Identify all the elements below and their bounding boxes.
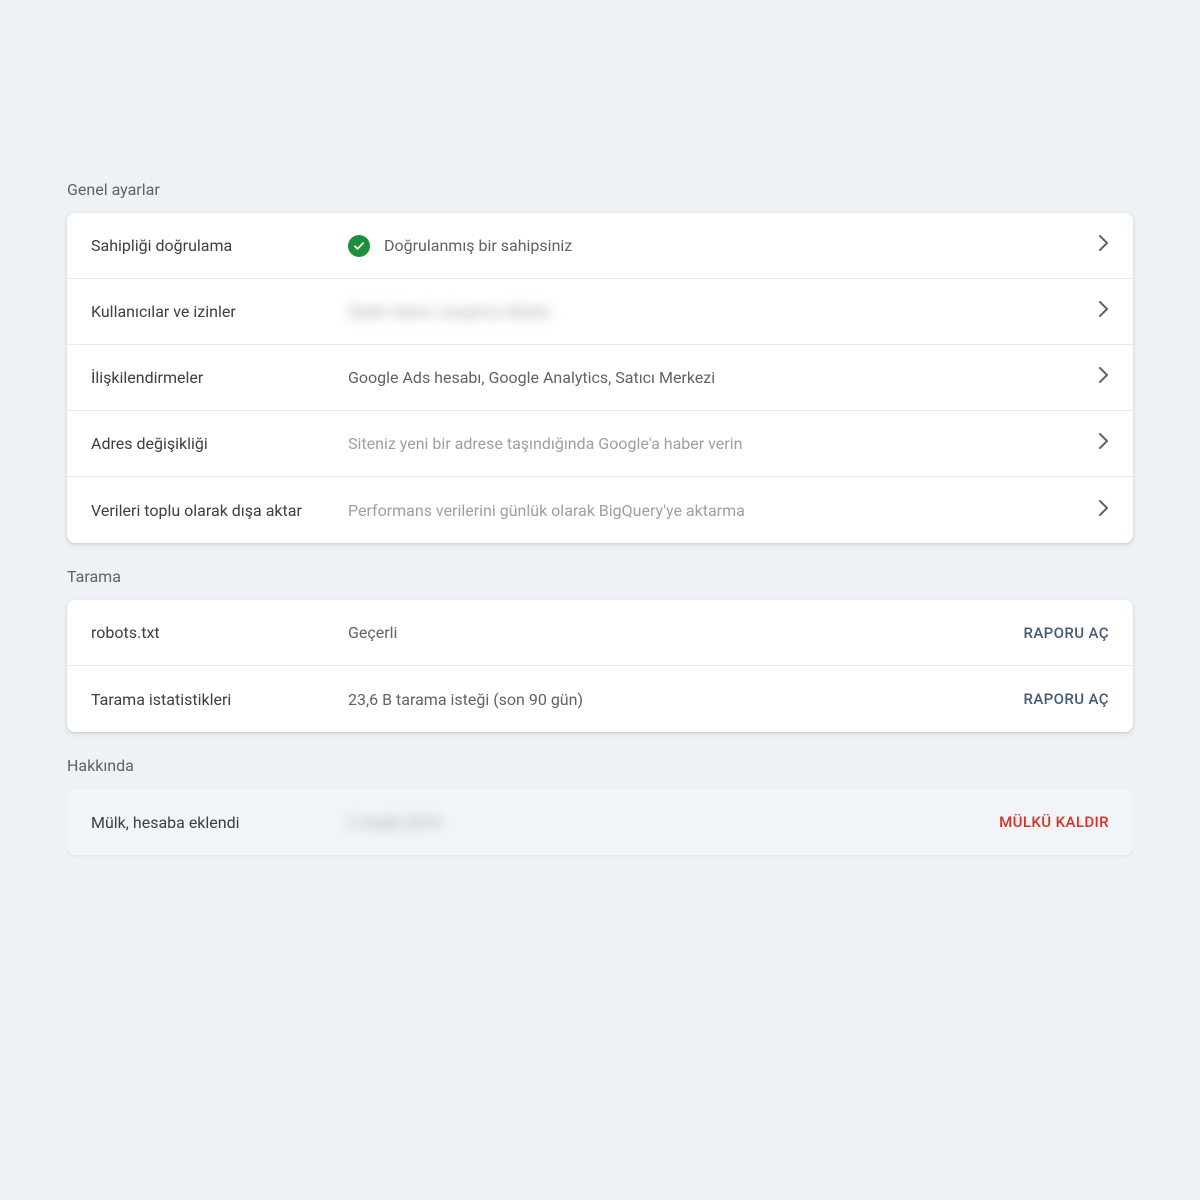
crawling-card: robots.txt Geçerli RAPORU AÇ Tarama ista… [67,600,1133,732]
chevron-right-icon [1099,301,1109,322]
row-value-text: 23,6 B tarama isteği (son 90 gün) [348,690,583,709]
row-label: İlişkilendirmeler [91,368,348,387]
row-value: Siteniz yeni bir adrese taşındığında Goo… [348,434,1099,453]
row-value-text: Doğrulanmış bir sahipsiniz [384,236,572,255]
row-label: Kullanıcılar ve izinler [91,302,348,321]
row-property-added: Mülk, hesaba eklendi 2 Aralık 2018 MÜLKÜ… [67,789,1133,855]
row-value: Dipkit Ajans Langamy Media [348,302,1099,321]
row-value: Google Ads hesabı, Google Analytics, Sat… [348,368,1099,387]
open-report-button[interactable]: RAPORU AÇ [1023,690,1109,708]
row-value-text: Dipkit Ajans Langamy Media [348,302,550,321]
row-value: Geçerli [348,623,1023,642]
row-label: Verileri toplu olarak dışa aktar [91,501,348,520]
chevron-right-icon [1099,433,1109,454]
general-settings-card: Sahipliği doğrulama Doğrulanmış bir sahi… [67,213,1133,543]
check-circle-icon [348,235,370,257]
row-value-text: 2 Aralık 2018 [348,813,441,832]
remove-property-button[interactable]: MÜLKÜ KALDIR [999,813,1109,831]
row-value: Performans verilerini günlük olarak BigQ… [348,501,1099,520]
row-label: Mülk, hesaba eklendi [91,813,348,832]
row-value-text: Google Ads hesabı, Google Analytics, Sat… [348,368,715,387]
row-value-text: Geçerli [348,623,397,642]
chevron-right-icon [1099,500,1109,521]
about-card: Mülk, hesaba eklendi 2 Aralık 2018 MÜLKÜ… [67,789,1133,855]
row-label: Tarama istatistikleri [91,690,348,709]
row-value: Doğrulanmış bir sahipsiniz [348,235,1099,257]
row-label: robots.txt [91,623,348,642]
row-crawl-stats[interactable]: Tarama istatistikleri 23,6 B tarama iste… [67,666,1133,732]
row-ownership-verification[interactable]: Sahipliği doğrulama Doğrulanmış bir sahi… [67,213,1133,279]
row-label: Adres değişikliği [91,434,348,453]
section-title-crawling: Tarama [67,567,1133,586]
row-robots-txt[interactable]: robots.txt Geçerli RAPORU AÇ [67,600,1133,666]
row-label: Sahipliği doğrulama [91,236,348,255]
row-value-text: Performans verilerini günlük olarak BigQ… [348,501,745,520]
row-change-address[interactable]: Adres değişikliği Siteniz yeni bir adres… [67,411,1133,477]
row-bulk-export[interactable]: Verileri toplu olarak dışa aktar Perform… [67,477,1133,543]
row-value: 2 Aralık 2018 [348,813,999,832]
section-title-about: Hakkında [67,756,1133,775]
row-associations[interactable]: İlişkilendirmeler Google Ads hesabı, Goo… [67,345,1133,411]
row-value: 23,6 B tarama isteği (son 90 gün) [348,690,1023,709]
chevron-right-icon [1099,367,1109,388]
open-report-button[interactable]: RAPORU AÇ [1023,624,1109,642]
chevron-right-icon [1099,235,1109,256]
row-value-text: Siteniz yeni bir adrese taşındığında Goo… [348,434,742,453]
row-users-permissions[interactable]: Kullanıcılar ve izinler Dipkit Ajans Lan… [67,279,1133,345]
section-title-general: Genel ayarlar [67,180,1133,199]
